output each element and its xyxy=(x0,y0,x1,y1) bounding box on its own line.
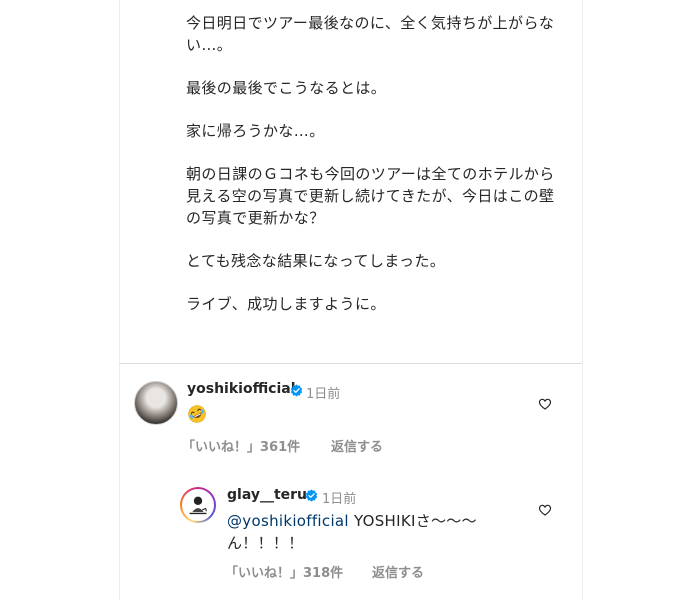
comment-username[interactable]: glay__teru xyxy=(227,487,307,503)
reply-button[interactable]: 返信する xyxy=(372,562,424,581)
comment-text-line: YOSHIKIさ〜〜〜 xyxy=(348,512,477,530)
comment-username[interactable]: yoshikiofficial xyxy=(187,381,296,397)
comment-time[interactable]: 1日前 xyxy=(306,383,340,402)
comment-text-line: ん！！！！ xyxy=(227,534,304,552)
caption-paragraph: 家に帰ろうかな…。 xyxy=(186,122,325,140)
caption-paragraph: ライブ、成功しますように。 xyxy=(186,295,386,313)
comment-time[interactable]: 1日前 xyxy=(322,488,356,507)
comment-text: @yoshikiofficial YOSHIKIさ〜〜〜 ん！！！！ xyxy=(227,510,477,554)
avatar-illustration xyxy=(189,496,207,515)
caption-paragraph: 今日明日でツアー最後なのに、全く気持ちが上がらない…。 xyxy=(186,14,555,54)
heart-outline-icon[interactable] xyxy=(538,397,552,411)
caption-paragraph: とても残念な結果になってしまった。 xyxy=(186,252,446,270)
comment-likes[interactable]: 「いいね！」361件 xyxy=(182,436,300,455)
avatar[interactable] xyxy=(134,381,178,425)
post-caption: 今日明日でツアー最後なのに、全く気持ちが上がらない…。 最後の最後でこうなるとは… xyxy=(186,12,556,336)
verified-badge-icon xyxy=(290,384,303,397)
comment-likes[interactable]: 「いいね！」318件 xyxy=(225,562,343,581)
heart-outline-icon[interactable] xyxy=(538,503,552,517)
caption-divider xyxy=(119,363,582,364)
caption-paragraph: 朝の日課のＧコネも今回のツアーは全てのホテルから見える空の写真で更新し続けてきた… xyxy=(186,165,555,227)
rolling-on-floor-laughing-emoji xyxy=(188,405,206,423)
verified-badge-icon xyxy=(305,489,318,502)
caption-paragraph: 最後の最後でこうなるとは。 xyxy=(186,79,387,97)
reply-button[interactable]: 返信する xyxy=(331,436,383,455)
avatar[interactable] xyxy=(180,487,216,523)
mention-link[interactable]: @yoshikiofficial xyxy=(227,512,349,530)
